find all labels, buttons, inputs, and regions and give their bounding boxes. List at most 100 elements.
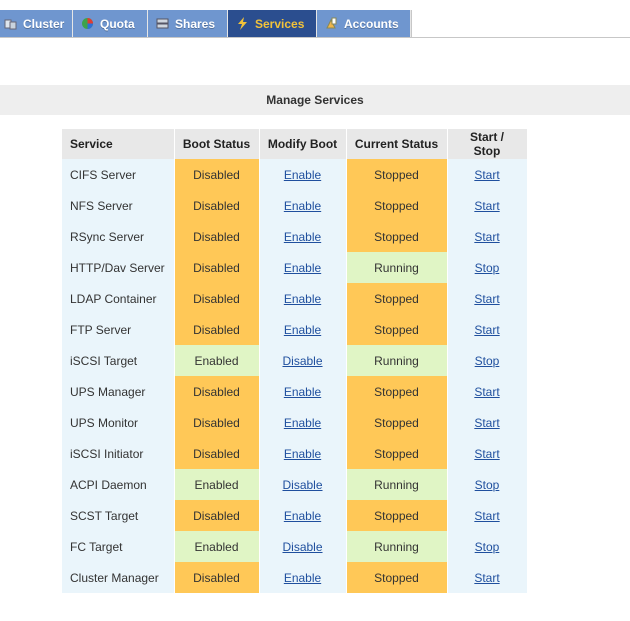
tab-accounts[interactable]: Accounts bbox=[317, 10, 411, 37]
modify-boot-link[interactable]: Enable bbox=[284, 230, 321, 244]
modify-boot-cell: Enable bbox=[259, 407, 347, 438]
start-stop-link[interactable]: Stop bbox=[475, 261, 500, 275]
service-name: UPS Monitor bbox=[62, 407, 175, 438]
table-row: RSync Server Disabled Enable Stopped Start bbox=[62, 221, 528, 252]
table-header-row: Service Boot Status Modify Boot Current … bbox=[62, 129, 528, 159]
services-table: Service Boot Status Modify Boot Current … bbox=[62, 129, 528, 593]
column-header-boot-status: Boot Status bbox=[174, 129, 260, 159]
accounts-icon bbox=[325, 17, 338, 30]
modify-boot-link[interactable]: Disable bbox=[282, 478, 322, 492]
service-name: NFS Server bbox=[62, 190, 175, 221]
tab-quota[interactable]: Quota bbox=[73, 10, 148, 37]
start-stop-link[interactable]: Start bbox=[474, 571, 499, 585]
current-status: Stopped bbox=[346, 562, 448, 593]
modify-boot-link[interactable]: Enable bbox=[284, 385, 321, 399]
modify-boot-link[interactable]: Enable bbox=[284, 168, 321, 182]
service-name: FTP Server bbox=[62, 314, 175, 345]
services-table-body: CIFS Server Disabled Enable Stopped Start NFS… bbox=[62, 159, 528, 593]
start-stop-link[interactable]: Start bbox=[474, 385, 499, 399]
column-header-modify-boot: Modify Boot bbox=[259, 129, 347, 159]
current-status: Stopped bbox=[346, 159, 448, 190]
service-name: ACPI Daemon bbox=[62, 469, 175, 500]
current-status: Stopped bbox=[346, 407, 448, 438]
modify-boot-link[interactable]: Enable bbox=[284, 447, 321, 461]
table-row: FTP Server Disabled Enable Stopped Start bbox=[62, 314, 528, 345]
modify-boot-link[interactable]: Enable bbox=[284, 323, 321, 337]
boot-status: Disabled bbox=[174, 407, 260, 438]
modify-boot-link[interactable]: Disable bbox=[282, 540, 322, 554]
tab-cluster[interactable]: Cluster bbox=[0, 10, 73, 37]
shares-icon bbox=[156, 17, 169, 30]
service-name: FC Target bbox=[62, 531, 175, 562]
table-row: NFS Server Disabled Enable Stopped Start bbox=[62, 190, 528, 221]
boot-status: Disabled bbox=[174, 252, 260, 283]
start-stop-cell: Start bbox=[447, 314, 528, 345]
tab-shares[interactable]: Shares bbox=[148, 10, 228, 37]
start-stop-link[interactable]: Start bbox=[474, 509, 499, 523]
table-row: UPS Manager Disabled Enable Stopped Start bbox=[62, 376, 528, 407]
boot-status: Disabled bbox=[174, 221, 260, 252]
service-name: HTTP/Dav Server bbox=[62, 252, 175, 283]
start-stop-link[interactable]: Stop bbox=[475, 540, 500, 554]
modify-boot-link[interactable]: Disable bbox=[282, 354, 322, 368]
table-row: LDAP Container Disabled Enable Stopped Start bbox=[62, 283, 528, 314]
cluster-icon bbox=[4, 17, 17, 30]
modify-boot-link[interactable]: Enable bbox=[284, 292, 321, 306]
start-stop-link[interactable]: Start bbox=[474, 416, 499, 430]
current-status: Stopped bbox=[346, 283, 448, 314]
current-status: Stopped bbox=[346, 221, 448, 252]
start-stop-link[interactable]: Stop bbox=[475, 478, 500, 492]
boot-status: Enabled bbox=[174, 345, 260, 376]
service-name: LDAP Container bbox=[62, 283, 175, 314]
modify-boot-cell: Enable bbox=[259, 500, 347, 531]
start-stop-cell: Stop bbox=[447, 469, 528, 500]
service-name: SCST Target bbox=[62, 500, 175, 531]
tab-label: Cluster bbox=[23, 16, 65, 31]
modify-boot-cell: Enable bbox=[259, 314, 347, 345]
boot-status: Disabled bbox=[174, 159, 260, 190]
start-stop-cell: Start bbox=[447, 376, 528, 407]
table-row: Cluster Manager Disabled Enable Stopped Star… bbox=[62, 562, 528, 593]
tab-label: Shares bbox=[175, 16, 216, 31]
modify-boot-link[interactable]: Enable bbox=[284, 416, 321, 430]
column-header-current-status: Current Status bbox=[346, 129, 448, 159]
table-row: ACPI Daemon Enabled Disable Running Stop bbox=[62, 469, 528, 500]
modify-boot-link[interactable]: Enable bbox=[284, 571, 321, 585]
tab-services[interactable]: Services bbox=[228, 10, 317, 37]
current-status: Stopped bbox=[346, 190, 448, 221]
start-stop-link[interactable]: Start bbox=[474, 168, 499, 182]
modify-boot-cell: Enable bbox=[259, 562, 347, 593]
start-stop-cell: Start bbox=[447, 221, 528, 252]
modify-boot-cell: Enable bbox=[259, 376, 347, 407]
start-stop-cell: Start bbox=[447, 407, 528, 438]
table-row: CIFS Server Disabled Enable Stopped Start bbox=[62, 159, 528, 190]
boot-status: Enabled bbox=[174, 531, 260, 562]
tab-label: Quota bbox=[100, 16, 135, 31]
modify-boot-cell: Enable bbox=[259, 283, 347, 314]
modify-boot-cell: Disable bbox=[259, 469, 347, 500]
current-status: Running bbox=[346, 531, 448, 562]
tab-label: Services bbox=[255, 16, 305, 31]
modify-boot-cell: Disable bbox=[259, 531, 347, 562]
table-row: UPS Monitor Disabled Enable Stopped Start bbox=[62, 407, 528, 438]
service-name: CIFS Server bbox=[62, 159, 175, 190]
quota-icon bbox=[81, 17, 94, 30]
start-stop-link[interactable]: Start bbox=[474, 323, 499, 337]
start-stop-link[interactable]: Start bbox=[474, 292, 499, 306]
column-header-start-stop: Start / Stop bbox=[447, 129, 528, 159]
column-header-service: Service bbox=[62, 129, 175, 159]
service-name: iSCSI Target bbox=[62, 345, 175, 376]
start-stop-link[interactable]: Start bbox=[474, 199, 499, 213]
modify-boot-link[interactable]: Enable bbox=[284, 199, 321, 213]
start-stop-link[interactable]: Stop bbox=[475, 354, 500, 368]
start-stop-cell: Stop bbox=[447, 252, 528, 283]
start-stop-link[interactable]: Start bbox=[474, 230, 499, 244]
table-row: SCST Target Disabled Enable Stopped Start bbox=[62, 500, 528, 531]
modify-boot-cell: Enable bbox=[259, 190, 347, 221]
start-stop-cell: Start bbox=[447, 283, 528, 314]
modify-boot-link[interactable]: Enable bbox=[284, 261, 321, 275]
current-status: Stopped bbox=[346, 438, 448, 469]
modify-boot-link[interactable]: Enable bbox=[284, 509, 321, 523]
start-stop-link[interactable]: Start bbox=[474, 447, 499, 461]
current-status: Running bbox=[346, 345, 448, 376]
